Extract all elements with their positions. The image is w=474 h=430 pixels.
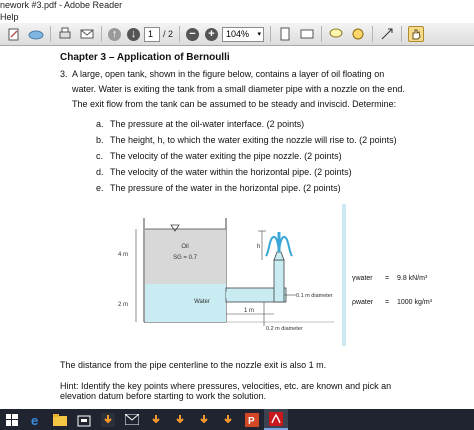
fit-page-icon[interactable] <box>277 26 293 42</box>
oil-label: Oil <box>181 244 188 250</box>
toolbar-divider <box>372 26 374 42</box>
gamma-water-value: 9.8 kN/m³ <box>397 275 428 282</box>
nozzle <box>273 251 285 261</box>
powerpoint-icon[interactable]: P <box>240 409 264 430</box>
menu-bar: Help <box>0 11 474 23</box>
chapter-title: Chapter 3 – Application of Bernoulli <box>60 52 230 63</box>
list-item: e. The pressure of the water in the horiz… <box>96 183 341 193</box>
specific-gravity-label: SG = 0.7 <box>173 255 198 261</box>
problem-line-3: The exit flow from the tank can be assum… <box>72 99 397 109</box>
toolbar-divider <box>50 26 51 42</box>
previous-page-icon[interactable]: ↑ <box>108 27 121 41</box>
file-explorer-icon[interactable] <box>48 409 72 430</box>
toolbar-divider <box>401 26 403 42</box>
expand-icon[interactable] <box>379 26 395 42</box>
vertical-riser <box>273 259 285 303</box>
rho-water-value: 1000 kg/m³ <box>397 299 433 306</box>
window-title: nework #3.pdf - Adobe Reader <box>0 0 123 10</box>
rho-equals: = <box>385 299 389 306</box>
window-title-bar: nework #3.pdf - Adobe Reader <box>0 0 474 11</box>
download-app-icon[interactable] <box>96 409 120 430</box>
toolbar: ↑ ↓ 1 / 2 − + 104% ▾ <box>0 23 474 46</box>
water-layer <box>145 284 226 322</box>
water-label: Water <box>194 299 210 305</box>
problem-number: 3. <box>60 69 68 79</box>
list-item: c. The velocity of the water exiting the … <box>96 151 342 161</box>
zoom-level-select[interactable]: 104% ▾ <box>222 26 265 42</box>
pipe-diameter-large-label: 0.2 m diameter <box>266 326 303 332</box>
dimension-2m-label: 2 m <box>118 302 128 308</box>
adobe-reader-icon[interactable] <box>264 409 288 430</box>
download-app-icon-3[interactable] <box>168 409 192 430</box>
toolbar-divider <box>270 26 272 42</box>
dimension-4m-label: 4 m <box>118 252 128 258</box>
problem-line-2: water. Water is exiting the tank from a … <box>72 84 405 94</box>
edge-browser-icon[interactable]: e <box>24 409 48 430</box>
svg-text:e: e <box>31 413 38 427</box>
hint-line-1: Hint: Identify the key points where pres… <box>60 381 392 391</box>
mail-icon[interactable] <box>120 409 144 430</box>
toolbar-divider <box>321 26 323 42</box>
gamma-equals: = <box>385 275 389 282</box>
fit-width-icon[interactable] <box>299 26 315 42</box>
next-page-icon[interactable]: ↓ <box>127 27 140 41</box>
cloud-icon[interactable] <box>28 26 44 42</box>
list-item: b. The height, h, to which the water exit… <box>96 135 397 145</box>
zoom-out-icon[interactable]: − <box>186 27 200 41</box>
question-list: a. The pressure at the oil-water interfac… <box>96 116 397 196</box>
gamma-water-label: γwater <box>352 275 373 282</box>
rho-water-label: ρwater <box>352 299 374 306</box>
problem-line-1: A large, open tank, shown in the figure … <box>72 69 385 79</box>
download-app-icon-5[interactable] <box>216 409 240 430</box>
pipe-diameter-small-label: 0.1 m diameter <box>296 293 333 299</box>
windows-logo-icon[interactable] <box>0 409 24 430</box>
print-icon[interactable] <box>57 26 73 42</box>
sign-icon[interactable] <box>350 26 366 42</box>
tank-diagram: Oil SG = 0.7 Water 4 m 2 m 1 m h 0.1 m d… <box>118 204 433 346</box>
download-app-icon-4[interactable] <box>192 409 216 430</box>
menu-help[interactable]: Help <box>0 12 19 22</box>
list-item: a. The pressure at the oil-water interfac… <box>96 119 305 129</box>
create-pdf-icon[interactable] <box>6 26 22 42</box>
hint-line-2: elevation datum before starting to work … <box>60 391 267 401</box>
download-app-icon-2[interactable] <box>144 409 168 430</box>
page-number-input[interactable]: 1 <box>144 26 160 42</box>
dimension-1m-label: 1 m <box>244 308 254 314</box>
zoom-in-icon[interactable]: + <box>205 27 219 41</box>
toolbar-divider <box>179 26 181 42</box>
document-page: Chapter 3 – Application of Bernoulli 3. … <box>0 46 474 409</box>
list-item: d. The velocity of the water within the h… <box>96 167 352 177</box>
problem-statement: 3. A large, open tank, shown in the figu… <box>60 67 425 112</box>
distance-note: The distance from the pipe centerline to… <box>60 360 327 370</box>
height-h-label: h <box>257 244 260 250</box>
svg-text:P: P <box>248 416 255 427</box>
hand-tool-icon[interactable] <box>408 26 425 42</box>
email-icon[interactable] <box>79 26 95 42</box>
hint-paragraph: Hint: Identify the key points where pres… <box>60 381 424 401</box>
toolbar-divider <box>101 26 102 42</box>
chevron-down-icon: ▾ <box>257 30 262 38</box>
store-icon[interactable] <box>72 409 96 430</box>
pipe-inner <box>226 292 281 298</box>
windows-taskbar: e P <box>0 409 474 430</box>
zoom-level-value: 104% <box>226 28 250 39</box>
comment-icon[interactable] <box>328 26 344 42</box>
page-total: / 2 <box>163 29 174 39</box>
